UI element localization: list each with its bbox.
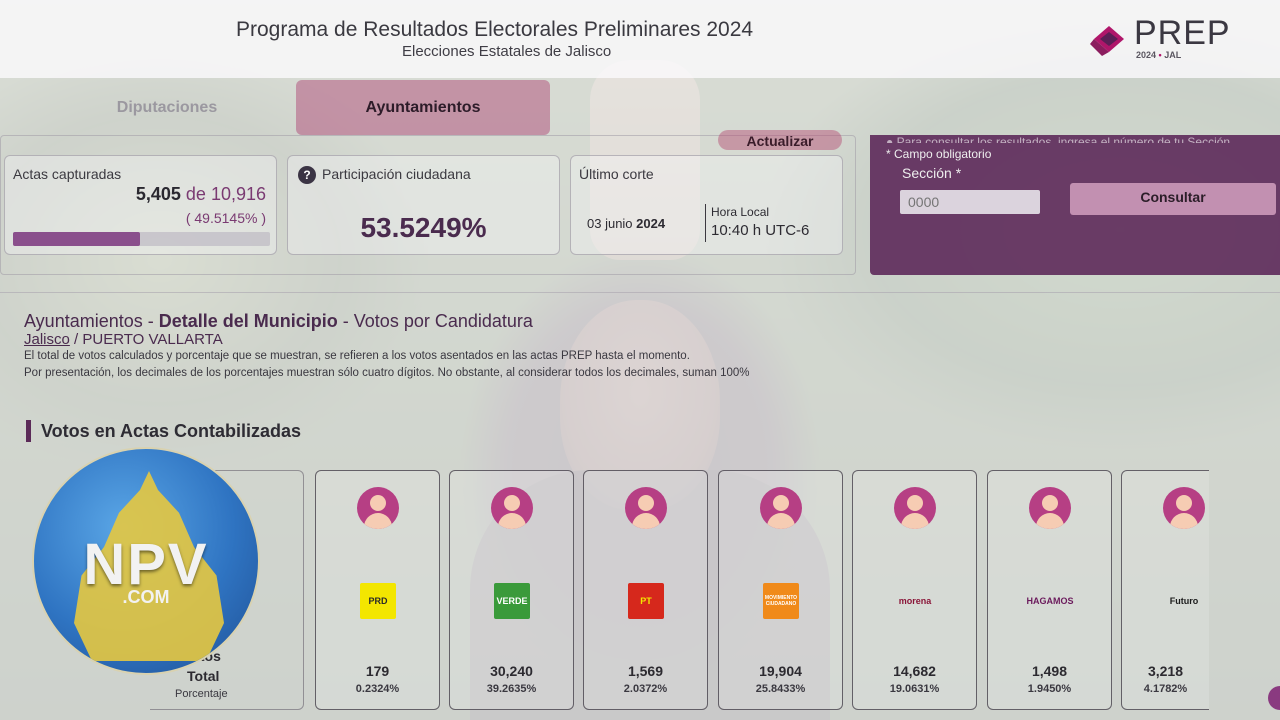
corte-divider: [705, 204, 706, 242]
page-title: Programa de Resultados Electorales Preli…: [236, 18, 754, 41]
party-logo-icon: morena: [898, 596, 932, 606]
candidate-card[interactable]: morena 14,682 19.0631%: [852, 470, 977, 710]
header: Programa de Resultados Electorales Preli…: [0, 0, 1280, 78]
candidate-card[interactable]: MOVIMIENTO CIUDADANO 19,904 25.8433%: [718, 470, 843, 710]
divider: [0, 292, 1280, 293]
note-votes: El total de votos calculados y porcentaj…: [24, 350, 690, 362]
candidate-percent: 1.9450%: [1027, 683, 1072, 695]
candidate-card[interactable]: HAGAMOS 1,498 1.9450%: [987, 470, 1112, 710]
candidate-votes: 179: [365, 663, 390, 679]
candidate-avatar-icon: [1163, 487, 1205, 529]
logo-text: PREP: [1134, 14, 1231, 52]
section-accent: [26, 420, 31, 442]
hora-label: Hora Local: [711, 205, 770, 219]
section-title: Votos en Actas Contabilizadas: [41, 421, 302, 441]
actas-card: Actas capturadas 5,405 de 10,916 ( 49.51…: [4, 155, 277, 255]
party-logo-icon: MOVIMIENTO CIUDADANO: [763, 583, 799, 619]
actas-label: Actas capturadas: [13, 166, 122, 182]
panel-info-text: ● Para consultar los resultados, ingresa…: [886, 135, 1234, 143]
tab-diputaciones[interactable]: Diputaciones: [40, 80, 294, 135]
candidate-avatar-icon: [357, 487, 399, 529]
candidate-avatar-icon: [491, 487, 533, 529]
candidate-votes: 14,682: [893, 663, 936, 679]
candidate-avatar-icon: [1029, 487, 1071, 529]
hora-value: 10:40 h UTC-6: [711, 222, 810, 239]
candidate-percent: 25.8433%: [755, 683, 806, 695]
seccion-label: Sección *: [902, 165, 962, 181]
candidate-votes: 1,498: [1031, 663, 1068, 679]
party-logo-icon: VERDE: [494, 583, 530, 619]
help-icon[interactable]: ?: [298, 166, 316, 184]
candidate-card[interactable]: Futuro 3,218 4.1782%: [1121, 470, 1209, 710]
candidate-card[interactable]: VERDE 30,240 39.2635%: [449, 470, 574, 710]
prep-logo-icon: [1090, 26, 1124, 56]
participacion-label: Participación ciudadana: [322, 166, 471, 182]
candidate-card[interactable]: PRD 179 0.2324%: [315, 470, 440, 710]
label-porcentaje: Porcentaje: [175, 688, 228, 700]
corte-card: Último corte 03 junio 2024 Hora Local 10…: [570, 155, 843, 255]
candidate-percent: 39.2635%: [486, 683, 537, 695]
candidate-votes: 1,569: [627, 663, 664, 679]
candidate-percent: 4.1782%: [1143, 683, 1188, 695]
candidate-avatar-icon: [894, 487, 936, 529]
candidate-percent: 0.2324%: [355, 683, 400, 695]
breadcrumb-jalisco-link[interactable]: Jalisco: [24, 331, 70, 348]
required-note: * Campo obligatorio: [886, 147, 992, 161]
actas-progress-bar: [13, 232, 270, 246]
corte-date: 03 junio 2024: [587, 216, 666, 231]
watermark-domain: .COM: [122, 587, 170, 607]
npv-watermark-logo: NPV .COM: [32, 447, 260, 675]
corte-label: Último corte: [579, 166, 654, 182]
candidate-votes: 19,904: [759, 663, 802, 679]
seccion-search-panel: ● Para consultar los resultados, ingresa…: [870, 135, 1280, 275]
candidate-percent: 2.0372%: [623, 683, 668, 695]
candidate-percent: 19.0631%: [889, 683, 940, 695]
candidate-card[interactable]: PT 1,569 2.0372%: [583, 470, 708, 710]
logo-subtext: 2024 • JAL: [1136, 50, 1182, 60]
label-total: Total: [187, 668, 220, 684]
consultar-button[interactable]: Consultar: [1070, 183, 1276, 215]
actas-progress-fill: [13, 232, 141, 246]
party-logo-icon: PT: [628, 583, 664, 619]
party-logo-icon: HAGAMOS: [1026, 596, 1074, 606]
actas-percent: ( 49.5145% ): [185, 210, 266, 226]
detail-title: Ayuntamientos - Detalle del Municipio - …: [24, 311, 533, 331]
note-decimals: Por presentación, los decimales de los p…: [24, 367, 750, 379]
party-logo-icon: PRD: [360, 583, 396, 619]
prep-logo[interactable]: PREP 2024 • JAL: [1090, 14, 1240, 64]
participacion-value: 53.5249%: [360, 212, 487, 243]
tab-ayuntamientos[interactable]: Ayuntamientos: [296, 80, 550, 135]
seccion-input[interactable]: [900, 190, 1040, 214]
candidate-avatar-icon: [625, 487, 667, 529]
refresh-button[interactable]: Actualizar: [718, 130, 842, 150]
candidate-votes: 3,218: [1147, 663, 1184, 679]
actas-count: 5,405 de 10,916: [135, 184, 266, 204]
participacion-card: ? Participación ciudadana 53.5249%: [287, 155, 560, 255]
candidate-avatar-icon: [760, 487, 802, 529]
candidate-votes: 30,240: [490, 663, 533, 679]
party-logo-icon: Futuro: [1169, 596, 1199, 606]
breadcrumb: Jalisco / PUERTO VALLARTA: [24, 331, 223, 348]
page-subtitle: Elecciones Estatales de Jalisco: [402, 43, 612, 60]
